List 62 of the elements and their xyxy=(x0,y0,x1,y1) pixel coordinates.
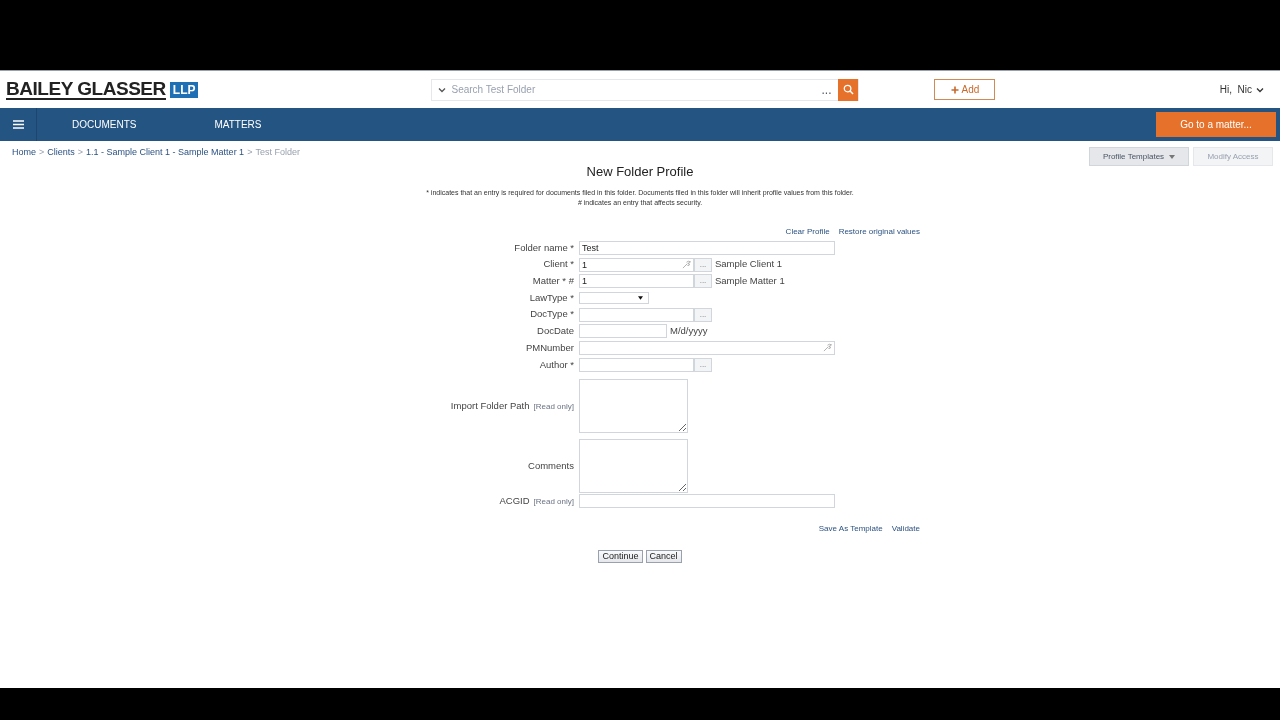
read-only-tag: [Read only] xyxy=(533,400,574,413)
input-field[interactable] xyxy=(579,494,835,509)
breadcrumb-separator: > xyxy=(77,146,84,159)
link[interactable]: Save As Template xyxy=(818,522,883,535)
input-field[interactable] xyxy=(579,307,694,322)
field-label: Import Folder Path xyxy=(450,398,530,413)
search-icon xyxy=(843,84,854,95)
field-label: Comments xyxy=(528,458,574,473)
breadcrumb-link[interactable]: Home xyxy=(12,146,36,160)
plus-icon xyxy=(950,85,959,94)
user-menu[interactable]: Hi, Nic xyxy=(1219,82,1264,97)
browse-button[interactable]: ... xyxy=(694,257,712,272)
field-label: ACGID xyxy=(499,494,530,509)
breadcrumb-separator: > xyxy=(247,146,253,159)
field-hint: M/d/yyyy xyxy=(670,324,708,339)
link[interactable]: Restore original values xyxy=(838,225,920,238)
field-label: DocType * xyxy=(530,307,574,322)
browse-button[interactable]: ... xyxy=(694,357,712,372)
field-label: Client * xyxy=(543,257,574,272)
more-button[interactable]: ... xyxy=(821,83,832,96)
browse-button[interactable]: ... xyxy=(694,274,712,289)
browse-button[interactable]: ... xyxy=(694,307,712,322)
search-button[interactable] xyxy=(838,78,859,101)
read-only-tag: [Read only] xyxy=(533,496,574,509)
add-button[interactable]: Add xyxy=(934,79,996,100)
field-label: PMNumber xyxy=(525,340,574,355)
input-field[interactable]: 1 xyxy=(579,274,694,289)
field-label: LawType * xyxy=(529,290,574,305)
form-button[interactable]: Cancel xyxy=(645,549,682,563)
form-title: New Folder Profile xyxy=(586,163,694,181)
field-hint: Sample Client 1 xyxy=(715,257,783,272)
link[interactable]: Clear Profile xyxy=(785,225,830,238)
input-field[interactable] xyxy=(579,324,667,339)
chevron-down-icon xyxy=(438,85,447,94)
logo: BAILEY GLASSER LLP xyxy=(6,79,199,100)
breadcrumb-link[interactable]: 1.1 - Sample Client 1 - Sample Matter 1 xyxy=(86,146,245,160)
chevron-down-icon xyxy=(1256,85,1264,94)
input-field[interactable] xyxy=(579,357,694,372)
caret-icon xyxy=(1169,154,1176,159)
form-button[interactable]: Continue xyxy=(598,549,643,563)
input-field[interactable]: 1 xyxy=(579,257,694,272)
input-field[interactable] xyxy=(579,340,835,355)
wrench-icon[interactable] xyxy=(823,343,832,353)
menu-icon xyxy=(12,120,24,129)
field-label: Folder name * xyxy=(514,240,574,255)
breadcrumb-separator: > xyxy=(39,146,45,159)
field-label: DocDate xyxy=(537,324,574,339)
input-field[interactable]: Test xyxy=(579,240,835,255)
wrench-icon[interactable] xyxy=(682,260,691,270)
nav-tab[interactable]: DOCUMENTS xyxy=(72,117,137,132)
caret-icon xyxy=(638,295,643,300)
nav-tab[interactable]: MATTERS xyxy=(214,117,262,132)
text-area[interactable] xyxy=(579,439,688,493)
text-area[interactable] xyxy=(579,379,688,433)
field-label: Matter * # xyxy=(532,274,574,289)
toolbar-button[interactable]: Profile Templates xyxy=(1089,147,1189,166)
field-hint: Sample Matter 1 xyxy=(715,274,785,289)
search-field[interactable]: Search Test Folder ... xyxy=(431,78,860,101)
field-label: Author * xyxy=(539,357,574,372)
link[interactable]: Validate xyxy=(891,522,920,535)
dropdown[interactable] xyxy=(579,291,649,304)
breadcrumb-link[interactable]: Clients xyxy=(47,146,75,160)
